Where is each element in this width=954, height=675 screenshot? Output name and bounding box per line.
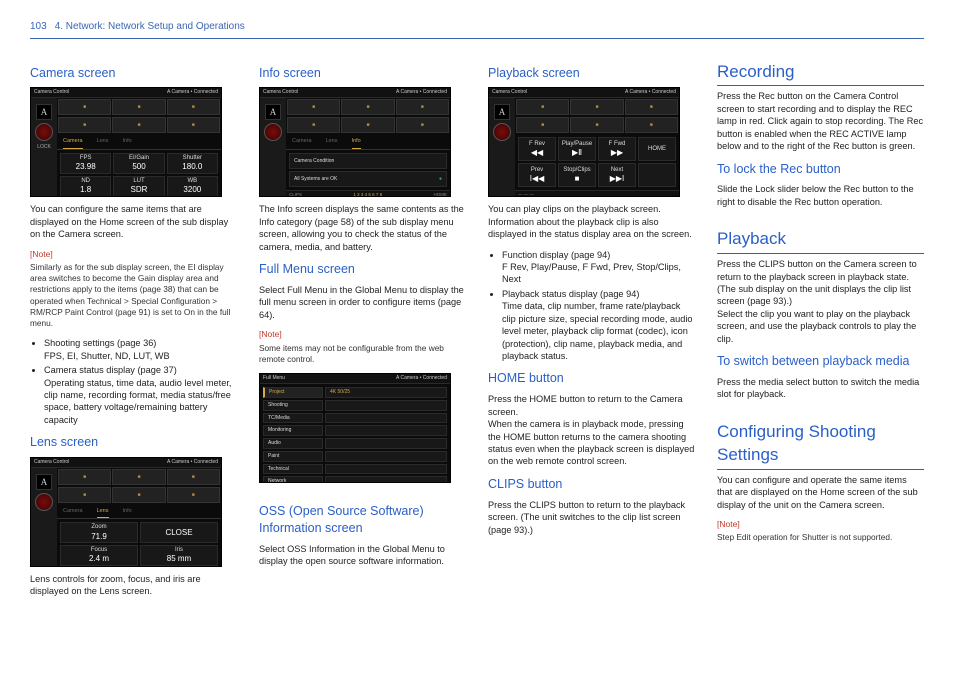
para-recording: Press the Rec button on the Camera Contr…	[717, 90, 924, 152]
heading-camera-screen: Camera screen	[30, 65, 237, 82]
column-4: Recording Press the Rec button on the Ca…	[717, 61, 924, 606]
heading-info-screen: Info screen	[259, 65, 466, 82]
heading-playback: Playback	[717, 228, 924, 254]
bullets-camera-screen: Shooting settings (page 36) FPS, EI, Shu…	[30, 337, 237, 426]
heading-full-menu: Full Menu screen	[259, 261, 466, 278]
para-playback: Press the CLIPS button on the Camera scr…	[717, 258, 924, 345]
note-label: [Note]	[717, 519, 924, 530]
para-oss: Select OSS Information in the Global Men…	[259, 543, 466, 568]
heading-oss: OSS (Open Source Software) Information s…	[259, 503, 466, 537]
note-label: [Note]	[30, 249, 237, 260]
para-camera-screen: You can configure the same items that ar…	[30, 203, 237, 240]
para-info-screen: The Info screen displays the same conten…	[259, 203, 466, 253]
heading-playback-screen: Playback screen	[488, 65, 695, 82]
heading-home-button: HOME button	[488, 370, 695, 387]
figure-camera-screen: Camera ControlA Camera • Connected A LOC…	[30, 87, 222, 197]
figure-full-menu: Full MenuA Camera • Connected Project 4K…	[259, 373, 451, 483]
rec-icon	[35, 123, 53, 141]
note-text: Similarly as for the sub display screen,…	[30, 262, 237, 329]
para-lock-rec: Slide the Lock slider below the Rec butt…	[717, 183, 924, 208]
heading-switch-media: To switch between playback media	[717, 353, 924, 370]
para-lens-screen: Lens controls for zoom, focus, and iris …	[30, 573, 237, 598]
para-clips-button: Press the CLIPS button to return to the …	[488, 499, 695, 536]
note-text: Step Edit operation for Shutter is not s…	[717, 532, 924, 543]
note-text: Some items may not be configurable from …	[259, 343, 466, 365]
para-full-menu: Select Full Menu in the Global Menu to d…	[259, 284, 466, 321]
para-shooting-settings: You can configure and operate the same i…	[717, 474, 924, 511]
heading-shooting-settings: Configuring Shooting Settings	[717, 421, 924, 470]
heading-lens-screen: Lens screen	[30, 434, 237, 451]
column-3: Playback screen Camera ControlA Camera •…	[488, 61, 695, 606]
heading-recording: Recording	[717, 61, 924, 87]
page-number: 103	[30, 20, 47, 34]
column-1: Camera screen Camera ControlA Camera • C…	[30, 61, 237, 606]
figure-info-screen: Camera ControlA Camera • Connected A ■■■…	[259, 87, 451, 197]
page-header: 103 4. Network: Network Setup and Operat…	[30, 20, 924, 39]
figure-lens-screen: Camera ControlA Camera • Connected A ■■■…	[30, 457, 222, 567]
heading-clips-button: CLIPS button	[488, 476, 695, 493]
para-playback-screen: You can play clips on the playback scree…	[488, 203, 695, 240]
para-home-button: Press the HOME button to return to the C…	[488, 393, 695, 468]
para-switch-media: Press the media select button to switch …	[717, 376, 924, 401]
note-label: [Note]	[259, 329, 466, 340]
heading-lock-rec: To lock the Rec button	[717, 161, 924, 178]
breadcrumb: 4. Network: Network Setup and Operations	[55, 20, 245, 34]
bullets-playback-screen: Function display (page 94) F Rev, Play/P…	[488, 249, 695, 363]
column-2: Info screen Camera ControlA Camera • Con…	[259, 61, 466, 606]
figure-playback-screen: Camera ControlA Camera • Connected A ■■■…	[488, 87, 680, 197]
